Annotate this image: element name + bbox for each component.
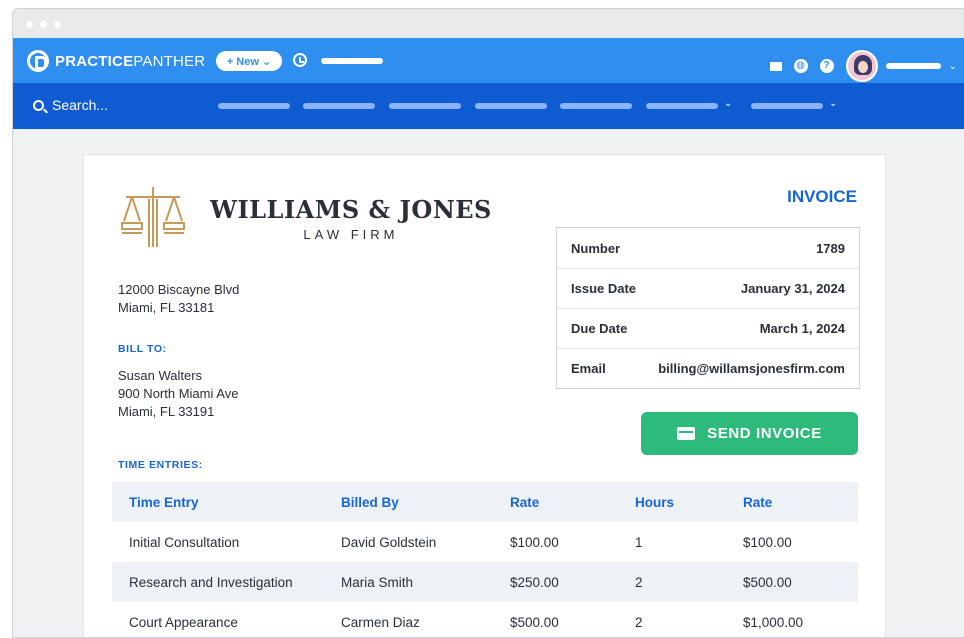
nav-item-1[interactable] — [218, 103, 290, 109]
firm-address: 12000 Biscayne Blvd Miami, FL 33181 — [118, 281, 239, 317]
meta-key: Number — [571, 240, 621, 256]
timer-placeholder[interactable] — [321, 58, 383, 64]
firm-name: WILLIAMS & JONES — [210, 194, 492, 224]
bill-to-name: Susan Walters — [118, 368, 203, 383]
table-row[interactable]: Court Appearance Carmen Diaz $500.00 2 $… — [112, 602, 858, 637]
bill-to-label: BILL TO: — [118, 343, 167, 355]
table-cell: $500.00 — [510, 614, 559, 630]
nav-item-6[interactable] — [646, 103, 718, 109]
meta-key: Email — [571, 361, 606, 376]
logo-text-bold: PRACTICE — [55, 52, 134, 70]
help-icon[interactable]: ? — [819, 59, 834, 73]
bill-to-address: Susan Walters 900 North Miami Ave Miami,… — [118, 367, 238, 421]
window-dot-close[interactable] — [26, 21, 33, 28]
send-invoice-label: SEND INVOICE — [707, 425, 822, 442]
window-dot-maximize[interactable] — [54, 21, 61, 28]
meta-key: Due Date — [571, 321, 628, 336]
table-cell: $1,000.00 — [743, 614, 804, 630]
table-row[interactable]: Research and Investigation Maria Smith $… — [112, 562, 858, 602]
column-header[interactable]: Rate — [743, 495, 858, 510]
meta-row-email: Email billing@willamsjonesfirm.com — [557, 348, 859, 388]
invoice-meta-table: Number 1789 Issue Date January 31, 2024 … — [556, 227, 860, 389]
table-cell: 2 — [635, 614, 643, 630]
table-cell: Carmen Diaz — [341, 614, 420, 630]
table-cell: $500.00 — [743, 574, 792, 590]
firm-address-line1: 12000 Biscayne Blvd — [118, 282, 240, 297]
user-name-placeholder[interactable] — [885, 63, 941, 69]
table-cell: David Goldstein — [341, 534, 437, 550]
globe-icon[interactable]: ◍ — [793, 59, 808, 73]
firm-subtitle: LAW FIRM — [303, 226, 399, 242]
new-button[interactable]: + New ⌄ — [216, 51, 282, 71]
chevron-down-icon[interactable]: ⌄ — [724, 98, 732, 109]
scales-of-justice-icon — [121, 187, 185, 247]
table-cell: $250.00 — [510, 574, 559, 590]
app-logo[interactable]: PRACTICEPANTHER — [27, 50, 205, 72]
column-header[interactable]: Time Entry — [112, 495, 341, 510]
nav-item-4[interactable] — [475, 103, 547, 109]
chevron-down-icon[interactable]: ⌄ — [949, 61, 957, 72]
meta-row-issue-date: Issue Date January 31, 2024 — [557, 268, 859, 308]
send-invoice-button[interactable]: SEND INVOICE — [641, 412, 858, 455]
search-icon — [33, 99, 44, 111]
nav-item-2[interactable] — [303, 103, 375, 109]
column-header[interactable]: Hours — [635, 495, 743, 510]
column-header[interactable]: Billed By — [341, 495, 510, 510]
clock-icon[interactable] — [293, 53, 307, 67]
invoice-card: WILLIAMS & JONES LAW FIRM 12000 Biscayne… — [83, 154, 886, 637]
meta-value: March 1, 2024 — [759, 321, 845, 336]
table-cell: Maria Smith — [341, 574, 414, 590]
table-cell: $100.00 — [510, 534, 559, 550]
table-header-row: Time Entry Billed By Rate Hours Rate — [112, 482, 858, 522]
avatar[interactable] — [845, 50, 878, 82]
nav-item-5[interactable] — [560, 103, 632, 109]
top-bar-actions: ◍ ? ⌄ — [758, 50, 957, 82]
table-cell: 2 — [635, 574, 643, 590]
app-window: PRACTICEPANTHER + New ⌄ ◍ ? ⌄ Search... … — [12, 8, 964, 638]
meta-value: 1789 — [816, 240, 845, 256]
panther-logo-icon — [27, 50, 49, 72]
time-entries-table: Time Entry Billed By Rate Hours Rate Ini… — [112, 482, 858, 637]
search-input[interactable]: Search... — [33, 97, 108, 113]
chevron-down-icon[interactable]: ⌄ — [829, 98, 837, 109]
bill-to-line1: 900 North Miami Ave — [118, 386, 239, 401]
meta-key: Issue Date — [571, 281, 637, 296]
table-cell: Court Appearance — [129, 614, 238, 630]
logo-text-light: PANTHER — [133, 52, 206, 70]
nav-item-3[interactable] — [389, 103, 461, 109]
bill-to-line2: Miami, FL 33191 — [118, 404, 215, 419]
mail-icon[interactable] — [769, 61, 782, 71]
nav-item-7[interactable] — [751, 103, 823, 109]
firm-address-line2: Miami, FL 33181 — [118, 300, 215, 315]
time-entries-label: TIME ENTRIES: — [118, 459, 203, 471]
wallet-icon — [677, 427, 696, 440]
meta-row-due-date: Due Date March 1, 2024 — [557, 308, 859, 348]
table-cell: Research and Investigation — [129, 574, 293, 590]
top-bar: PRACTICEPANTHER + New ⌄ ◍ ? ⌄ — [13, 38, 964, 83]
table-cell: Initial Consultation — [129, 534, 240, 550]
nav-bar: Search... ⌄ ⌄ — [13, 83, 964, 129]
window-chrome — [13, 9, 964, 38]
table-row[interactable]: Initial Consultation David Goldstein $10… — [112, 522, 858, 562]
table-cell: $100.00 — [743, 534, 792, 550]
firm-brand: WILLIAMS & JONES LAW FIRM — [118, 185, 492, 251]
meta-value: billing@willamsjonesfirm.com — [658, 361, 845, 376]
meta-value: January 31, 2024 — [740, 281, 845, 296]
invoice-title: INVOICE — [787, 187, 857, 206]
search-placeholder: Search... — [52, 97, 109, 113]
meta-row-number: Number 1789 — [557, 228, 859, 268]
window-dot-minimize[interactable] — [40, 21, 47, 28]
column-header[interactable]: Rate — [510, 495, 635, 510]
table-cell: 1 — [635, 534, 643, 550]
